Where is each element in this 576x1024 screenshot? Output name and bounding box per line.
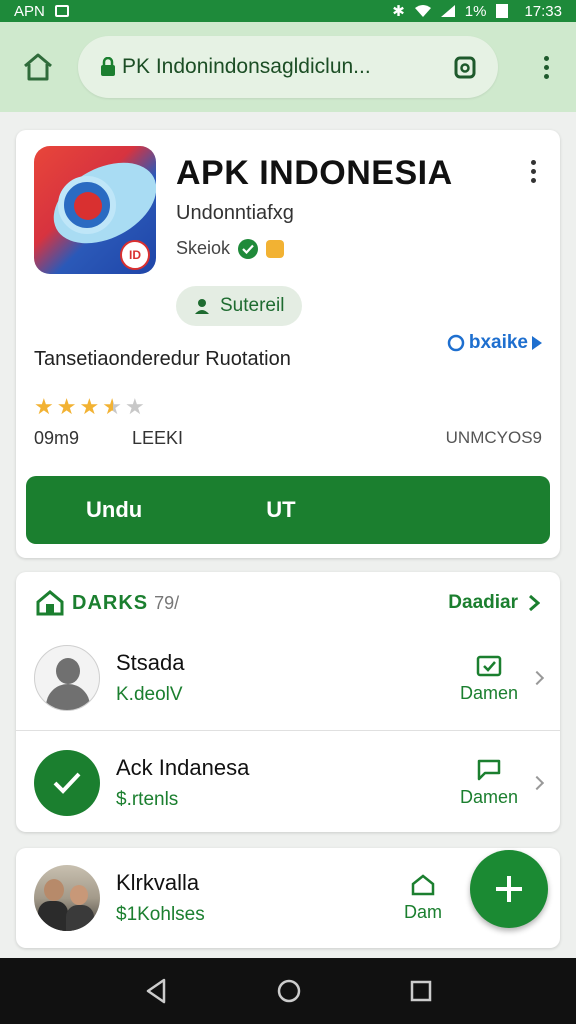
more-link[interactable]: bxaike (447, 332, 542, 354)
install-label-secondary: UT (266, 497, 296, 522)
list-header: DARKS 79/ Daadiar (16, 572, 560, 634)
home-circle-icon[interactable] (276, 978, 302, 1004)
avatar (34, 645, 100, 711)
avatar (34, 865, 100, 931)
see-all-link[interactable]: Daadiar (448, 592, 540, 614)
house-icon (411, 873, 435, 895)
signal-icon (440, 5, 455, 17)
info-icon (447, 334, 465, 352)
battery-icon (496, 4, 509, 18)
carrier-label: APN (14, 2, 45, 20)
shield-icon[interactable] (454, 55, 476, 79)
plus-icon (496, 876, 522, 902)
app-overflow-menu-button[interactable] (531, 160, 536, 183)
rating-stars: ★ ★ ★ ★ ★ (34, 394, 145, 420)
list-card: DARKS 79/ Daadiar Stsada K.deolV Damen A… (16, 572, 560, 832)
notification-icon (54, 5, 69, 17)
lock-icon (101, 57, 115, 76)
app-description: Tansetiaonderedur Ruotation (34, 348, 291, 370)
star-half-icon: ★ (102, 394, 122, 419)
bluetooth-icon: ✱ (392, 3, 405, 20)
item-name: Stsada (116, 650, 185, 675)
wifi-icon (414, 5, 431, 17)
app-meta: Skeiok (176, 238, 285, 259)
item-action-label: Damen (459, 682, 518, 703)
item-sub: K.deolV (116, 684, 183, 705)
star-icon: ★ (56, 394, 77, 419)
stat-version: UNMCYOS9 (445, 428, 542, 447)
app-card: ID APK INDONESIA Undonntiafxg Skeiok Sut… (16, 130, 560, 558)
url-text: PK Indonindonsagldiclun... (122, 55, 371, 78)
person-icon (195, 299, 209, 314)
browser-menu-button[interactable] (534, 55, 558, 79)
chevron-right-icon (529, 670, 545, 686)
stat-rating-label: LEEKI (132, 428, 184, 448)
list-count: 79/ (154, 592, 180, 613)
system-nav-bar (0, 958, 576, 1024)
item-action-label: Damen (459, 787, 518, 807)
calendar-check-icon (476, 655, 502, 676)
item-action[interactable]: Dam (403, 873, 442, 923)
chevron-right-icon (529, 775, 545, 790)
app-developer[interactable]: Undonntiafxg (176, 202, 294, 225)
check-icon (53, 772, 81, 794)
chevron-right-icon (529, 594, 540, 612)
item-name: Klrkvalla (116, 870, 200, 895)
category-chip[interactable]: Sutereil (176, 286, 303, 326)
chat-icon (477, 759, 501, 781)
install-label: Undu (86, 497, 143, 522)
verified-icon (238, 238, 259, 259)
stat-size: 09m9 (34, 428, 80, 448)
item-sub: $.rtenls (116, 788, 179, 810)
item-action[interactable]: Damen (460, 653, 518, 704)
star-icon: ★ (34, 394, 54, 419)
recents-icon[interactable] (410, 980, 432, 1002)
house-icon (36, 590, 64, 616)
checkmark-avatar (34, 749, 100, 816)
back-icon[interactable] (144, 978, 168, 1004)
item-sub: $1Kohlses (116, 904, 205, 925)
star-icon: ★ (79, 394, 100, 419)
star-empty-icon: ★ (124, 394, 145, 419)
install-button[interactable]: Undu UT (26, 476, 550, 544)
app-title: APK INDONESIA (176, 154, 453, 192)
home-button[interactable] (18, 47, 58, 87)
more-link-label: bxaike (468, 332, 528, 353)
thumbs-up-icon (266, 239, 285, 258)
battery-percent: 1% (464, 2, 487, 20)
status-bar: APN ✱ 1% 17:33 (0, 0, 576, 22)
list-item[interactable]: Stsada K.deolV Damen (16, 626, 560, 730)
chip-label: Sutereil (220, 295, 285, 316)
clock: 17:33 (524, 2, 562, 20)
browser-toolbar: PK Indonindonsagldiclun... (0, 22, 576, 112)
list-title: DARKS (72, 591, 149, 614)
item-action[interactable]: Damen (460, 757, 518, 808)
list-item[interactable]: Ack Indanesa $.rtenls Damen (16, 730, 560, 834)
app-logo-icon: ID (34, 146, 156, 274)
item-action-label: Dam (403, 901, 442, 922)
play-arrow-icon (532, 336, 542, 350)
item-name: Ack Indanesa (116, 754, 250, 780)
app-meta-label: Skeiok (176, 238, 231, 258)
address-bar[interactable]: PK Indonindonsagldiclun... (78, 36, 498, 98)
see-all-label: Daadiar (448, 592, 518, 613)
add-fab-button[interactable] (470, 850, 548, 928)
home-icon (24, 53, 52, 81)
